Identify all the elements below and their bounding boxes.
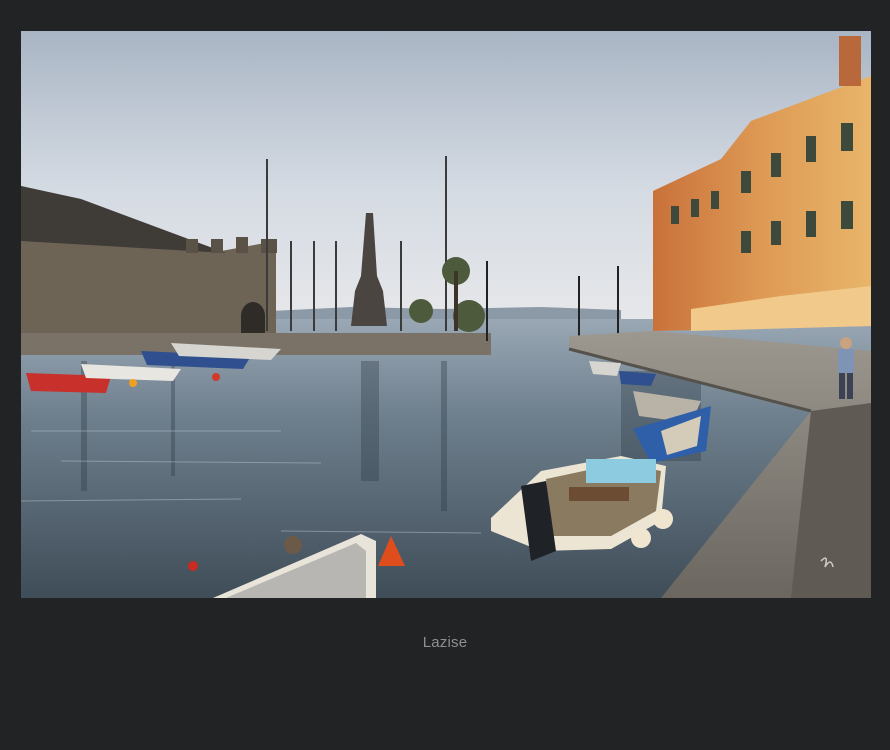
harbor-photo-image <box>21 31 871 598</box>
red-buoy <box>188 561 198 571</box>
photo[interactable] <box>21 31 871 598</box>
photo-caption: Lazise <box>422 634 468 651</box>
duck <box>284 536 302 554</box>
chimney <box>839 36 861 86</box>
fortress-gate <box>241 302 265 336</box>
